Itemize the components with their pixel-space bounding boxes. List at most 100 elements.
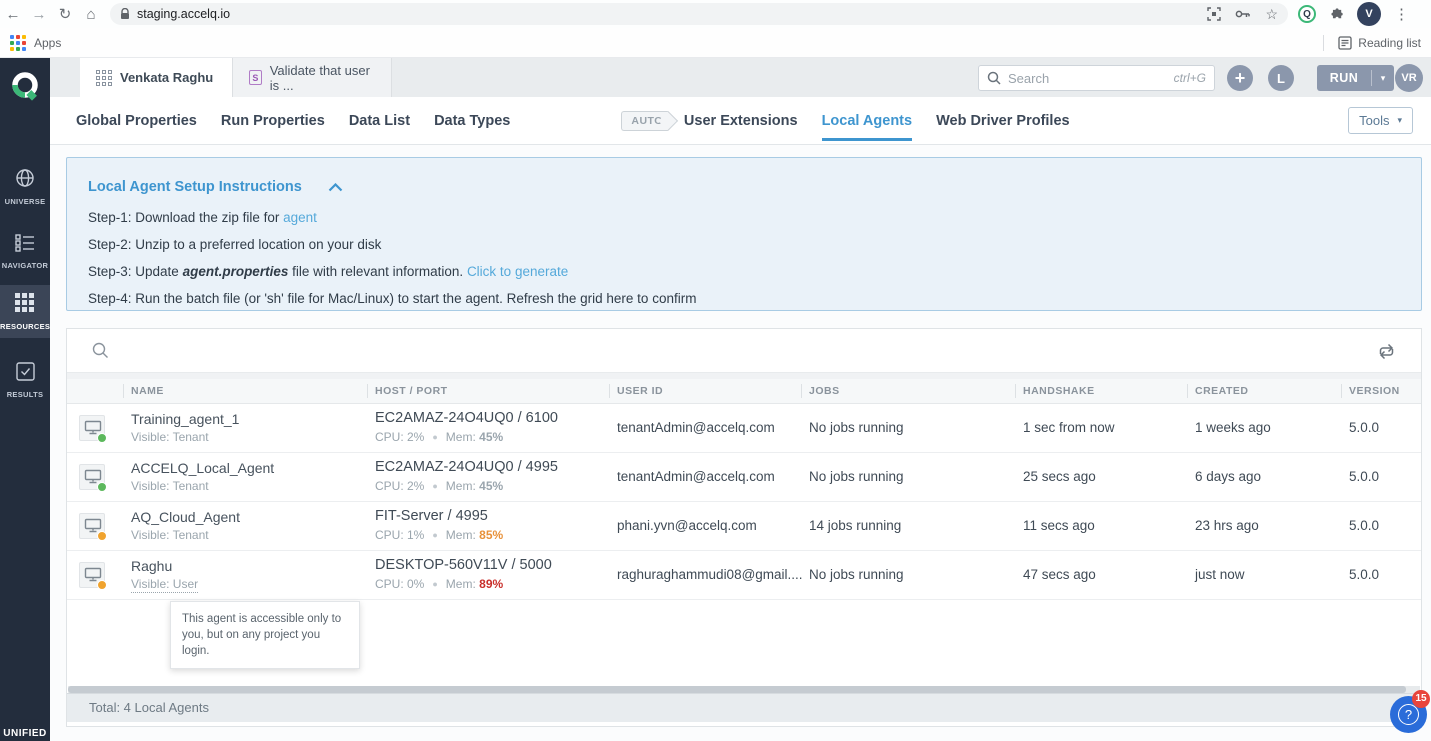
tab-local-agents[interactable]: Local Agents bbox=[822, 97, 913, 145]
step-2: Step-2: Unzip to a preferred location on… bbox=[88, 237, 1421, 253]
agent-properties-filename: agent.properties bbox=[183, 264, 289, 279]
scrollbar-thumb[interactable] bbox=[68, 686, 1406, 693]
agent-version: 5.0.0 bbox=[1349, 567, 1379, 582]
grid-search-row bbox=[67, 329, 1421, 373]
agent-visibility: Visible: Tenant bbox=[131, 479, 209, 493]
question-mark-icon: ? bbox=[1398, 704, 1419, 725]
agent-version: 5.0.0 bbox=[1349, 469, 1379, 484]
reading-list-label[interactable]: Reading list bbox=[1358, 36, 1421, 50]
agent-host-port: EC2AMAZ-24O4UQ0 / 6100 bbox=[375, 410, 558, 426]
agent-jobs: 14 jobs running bbox=[809, 518, 901, 533]
extensions-puzzle-icon[interactable] bbox=[1329, 7, 1344, 22]
col-host-port[interactable]: HOST / PORT bbox=[375, 385, 448, 397]
tab-data-list[interactable]: Data List bbox=[349, 97, 410, 145]
click-to-generate-link[interactable]: Click to generate bbox=[467, 264, 568, 279]
agent-created: 1 weeks ago bbox=[1195, 420, 1271, 435]
step-1-text: Step-1: Download the zip file for bbox=[88, 210, 283, 225]
agent-monitor-icon[interactable] bbox=[79, 513, 105, 539]
page: ← → ↻ ⌂ staging.accelq.io ☆ Q V ⋮ bbox=[0, 0, 1431, 741]
grid-search-input[interactable] bbox=[92, 342, 109, 364]
reload-icon[interactable]: ↻ bbox=[52, 5, 78, 23]
run-button[interactable]: RUN ▾ bbox=[1317, 65, 1394, 91]
agent-monitor-icon[interactable] bbox=[79, 562, 105, 588]
refresh-grid-icon[interactable] bbox=[1377, 343, 1396, 365]
tab-user-extensions[interactable]: User Extensions bbox=[684, 97, 798, 145]
agent-download-link[interactable]: agent bbox=[283, 210, 317, 225]
agent-visibility[interactable]: Visible: User bbox=[131, 577, 198, 593]
agent-cpu-mem: CPU: 0%●Mem: 89% bbox=[375, 577, 503, 591]
sidebar-item-universe[interactable]: UNIVERSE bbox=[0, 160, 50, 213]
sidebar-label-universe: UNIVERSE bbox=[0, 197, 50, 206]
main-content: Venkata Raghu S Validate that user is ..… bbox=[50, 58, 1431, 741]
sidebar-item-navigator[interactable]: NAVIGATOR bbox=[0, 226, 50, 277]
agent-handshake: 11 secs ago bbox=[1023, 518, 1095, 533]
col-version[interactable]: VERSION bbox=[1349, 385, 1400, 397]
browser-extensions-area: Q V ⋮ bbox=[1298, 2, 1417, 26]
col-user-id[interactable]: USER ID bbox=[617, 385, 663, 397]
table-row: Raghu Visible: User DESKTOP-560V11V / 50… bbox=[67, 551, 1421, 600]
password-key-icon[interactable] bbox=[1235, 9, 1251, 19]
agent-status-dot bbox=[97, 433, 107, 443]
agent-handshake: 1 sec from now bbox=[1023, 420, 1115, 435]
sidebar-item-resources[interactable]: RESOURCES bbox=[0, 285, 50, 338]
search-shortcut: ctrl+G bbox=[1174, 71, 1206, 85]
col-name[interactable]: NAME bbox=[131, 385, 164, 397]
tools-button[interactable]: Tools ▾ bbox=[1348, 107, 1413, 134]
app-sidebar: UNIVERSE NAVIGATOR RESOURCES RESULTS U bbox=[0, 58, 50, 741]
address-bar[interactable]: staging.accelq.io ☆ bbox=[110, 3, 1288, 25]
history-button[interactable]: L bbox=[1268, 65, 1294, 91]
forward-icon[interactable]: → bbox=[26, 6, 52, 23]
col-created[interactable]: CREATED bbox=[1195, 385, 1248, 397]
total-agents-label: Total: 4 Local Agents bbox=[89, 700, 209, 715]
back-icon[interactable]: ← bbox=[0, 6, 26, 23]
step-4: Step-4: Run the batch file (or 'sh' file… bbox=[88, 291, 1421, 307]
app-tab-project[interactable]: Venkata Raghu bbox=[80, 58, 232, 97]
collapse-chevron-icon[interactable] bbox=[328, 179, 343, 197]
agent-cpu-mem: CPU: 1%●Mem: 85% bbox=[375, 528, 503, 542]
tab-run-properties[interactable]: Run Properties bbox=[221, 97, 325, 145]
reading-list-icon bbox=[1338, 36, 1352, 50]
agent-monitor-icon[interactable] bbox=[79, 415, 105, 441]
search-placeholder: Search bbox=[1008, 71, 1174, 86]
agent-created: just now bbox=[1195, 567, 1245, 582]
step-3-text-mid: file with relevant information. bbox=[288, 264, 467, 279]
tab-data-types[interactable]: Data Types bbox=[434, 97, 510, 145]
agent-monitor-icon[interactable] bbox=[79, 464, 105, 490]
browser-profile-avatar[interactable]: V bbox=[1357, 2, 1381, 26]
horizontal-scrollbar[interactable] bbox=[68, 686, 1420, 693]
browser-menu-icon[interactable]: ⋮ bbox=[1394, 5, 1409, 23]
notification-badge: 15 bbox=[1412, 690, 1430, 708]
instructions-title: Local Agent Setup Instructions bbox=[88, 179, 302, 195]
agent-handshake: 25 secs ago bbox=[1023, 469, 1096, 484]
agent-name[interactable]: AQ_Cloud_Agent bbox=[131, 509, 240, 525]
apps-label[interactable]: Apps bbox=[34, 36, 61, 50]
col-handshake[interactable]: HANDSHAKE bbox=[1023, 385, 1095, 397]
global-search-input[interactable]: Search ctrl+G bbox=[978, 65, 1215, 91]
apps-grid-icon[interactable] bbox=[10, 35, 26, 51]
step-3-text: Step-3: Update bbox=[88, 264, 183, 279]
tooltip-line-1: This agent is accessible only to bbox=[182, 611, 348, 627]
agent-name[interactable]: Raghu bbox=[131, 558, 172, 574]
app-tab-scenario[interactable]: S Validate that user is ... bbox=[232, 58, 392, 97]
user-avatar[interactable]: VR bbox=[1395, 64, 1423, 92]
scan-qr-icon[interactable] bbox=[1207, 7, 1221, 21]
col-jobs[interactable]: JOBS bbox=[809, 385, 840, 397]
bookmark-star-icon[interactable]: ☆ bbox=[1265, 6, 1278, 23]
project-grid-icon bbox=[96, 70, 112, 86]
agent-jobs: No jobs running bbox=[809, 469, 904, 484]
run-caret-icon[interactable]: ▾ bbox=[1372, 73, 1394, 84]
tab-global-properties[interactable]: Global Properties bbox=[76, 97, 197, 145]
agent-name[interactable]: ACCELQ_Local_Agent bbox=[131, 460, 274, 476]
accelq-extension-icon[interactable]: Q bbox=[1298, 5, 1316, 23]
browser-toolbar: ← → ↻ ⌂ staging.accelq.io ☆ Q V ⋮ bbox=[0, 0, 1431, 28]
accelq-logo[interactable] bbox=[0, 58, 50, 116]
tooltip-line-2: you, but on any project you login. bbox=[182, 627, 348, 659]
agent-user-id: phani.yvn@accelq.com bbox=[617, 518, 757, 533]
sidebar-item-results[interactable]: RESULTS bbox=[0, 354, 50, 406]
agent-host-port: DESKTOP-560V11V / 5000 bbox=[375, 557, 552, 573]
add-button[interactable]: + bbox=[1227, 65, 1253, 91]
agent-name[interactable]: Training_agent_1 bbox=[131, 411, 239, 427]
step-3: Step-3: Update agent.properties file wit… bbox=[88, 264, 1421, 280]
tab-web-driver-profiles[interactable]: Web Driver Profiles bbox=[936, 97, 1070, 145]
home-icon[interactable]: ⌂ bbox=[78, 6, 104, 23]
